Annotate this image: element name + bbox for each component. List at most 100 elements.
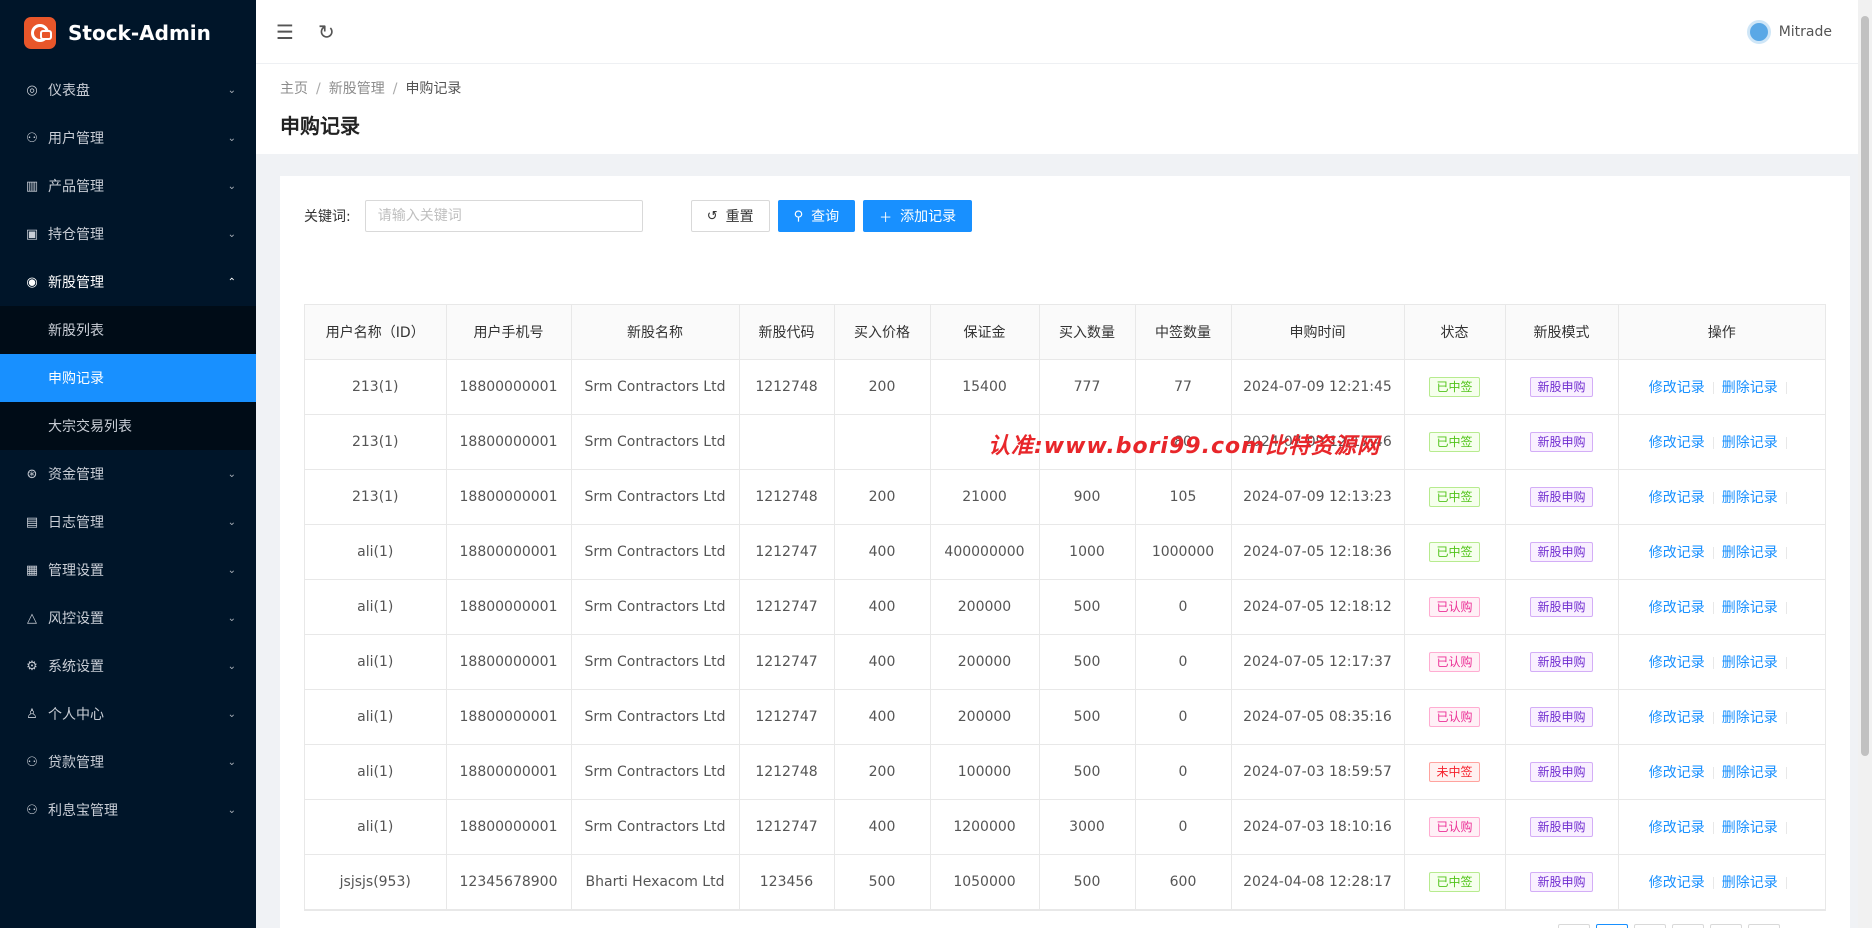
- breadcrumb: 主页 / 新股管理 / 申购记录: [280, 81, 462, 97]
- cell-mode: 新股申购: [1505, 854, 1619, 910]
- page-scrollbar[interactable]: [1858, 0, 1872, 928]
- delete-record-link[interactable]: 删除记录: [1722, 435, 1778, 451]
- reset-icon: ↺: [706, 208, 718, 224]
- cell-user: 213(1): [305, 359, 447, 415]
- keyword-input[interactable]: [364, 200, 643, 232]
- add-record-button[interactable]: ＋ 添加记录: [863, 200, 973, 232]
- sidebar-item[interactable]: ▤ 日志管理 ⌄: [0, 498, 256, 546]
- pagination-page[interactable]: [1710, 924, 1742, 928]
- query-button[interactable]: ⚲ 查询: [777, 200, 856, 232]
- sidebar-item[interactable]: ⚇ 贷款管理 ⌄: [0, 738, 256, 786]
- mode-badge: 新股申购: [1530, 761, 1593, 782]
- edit-record-link[interactable]: 修改记录: [1649, 380, 1705, 396]
- cell-actions: 修改记录 删除记录: [1618, 579, 1825, 635]
- user-menu[interactable]: Mitrade: [1746, 19, 1832, 44]
- cell-phone: 18800000001: [446, 634, 572, 690]
- sidebar-item-label: 贷款管理: [48, 755, 104, 771]
- search-icon: ⚲: [793, 208, 804, 224]
- delete-record-link[interactable]: 删除记录: [1722, 820, 1778, 836]
- pagination-page[interactable]: [1672, 924, 1704, 928]
- search-form: 关键词: ↺ 重置 ⚲ 查询 ＋ 添加记录: [304, 200, 1826, 232]
- edit-record-link[interactable]: 修改记录: [1649, 710, 1705, 726]
- edit-record-link[interactable]: 修改记录: [1649, 765, 1705, 781]
- breadcrumb-section[interactable]: 新股管理: [329, 81, 385, 97]
- reset-button[interactable]: ↺ 重置: [690, 200, 770, 232]
- menu-fold-icon[interactable]: ☰: [276, 20, 294, 44]
- sidebar-item[interactable]: ⚙ 系统设置 ⌄: [0, 642, 256, 690]
- delete-record-link[interactable]: 删除记录: [1722, 380, 1778, 396]
- delete-record-link[interactable]: 删除记录: [1722, 655, 1778, 671]
- brand-title: Stock-Admin: [68, 21, 211, 45]
- avatar: [1746, 19, 1771, 44]
- cell-status: 已认购: [1404, 579, 1506, 635]
- refresh-icon[interactable]: ↻: [318, 20, 335, 44]
- pagination-next[interactable]: [1748, 924, 1780, 928]
- delete-record-link[interactable]: 删除记录: [1722, 710, 1778, 726]
- sidebar-item[interactable]: ⊛ 资金管理 ⌄: [0, 450, 256, 498]
- edit-record-link[interactable]: 修改记录: [1649, 655, 1705, 671]
- cell-mode: 新股申购: [1505, 359, 1619, 415]
- cell-price: 400: [834, 689, 931, 745]
- sidebar-item[interactable]: ⚇ 用户管理 ⌄: [0, 114, 256, 162]
- cell-status: 已中签: [1404, 469, 1506, 525]
- delete-record-link[interactable]: 删除记录: [1722, 490, 1778, 506]
- edit-record-link[interactable]: 修改记录: [1649, 600, 1705, 616]
- chevron-down-icon: ⌄: [227, 660, 236, 672]
- status-badge: 已中签: [1429, 376, 1480, 397]
- delete-record-link[interactable]: 删除记录: [1722, 545, 1778, 561]
- status-badge: 已中签: [1429, 486, 1480, 507]
- chevron-down-icon: ⌄: [227, 564, 236, 576]
- cell-name: Srm Contractors Ltd: [571, 744, 740, 800]
- sidebar-item[interactable]: ▦ 管理设置 ⌄: [0, 546, 256, 594]
- delete-record-link[interactable]: 删除记录: [1722, 875, 1778, 891]
- sidebar-item[interactable]: △ 风控设置 ⌄: [0, 594, 256, 642]
- users-icon: ⚇: [26, 130, 38, 146]
- sidebar-item[interactable]: ▥ 产品管理 ⌄: [0, 162, 256, 210]
- status-badge: 已中签: [1429, 541, 1480, 562]
- divider: [1785, 436, 1787, 449]
- delete-record-link[interactable]: 删除记录: [1722, 600, 1778, 616]
- cell-name: Srm Contractors Ltd: [571, 634, 740, 690]
- table-row: ali(1) 18800000001 Srm Contractors Ltd 1212…: [305, 744, 1825, 800]
- table-row: ali(1) 18800000001 Srm Contractors Ltd 1212…: [305, 634, 1825, 690]
- status-badge: 已认购: [1429, 596, 1480, 617]
- edit-record-link[interactable]: 修改记录: [1649, 820, 1705, 836]
- divider: [1712, 876, 1714, 889]
- divider: [1785, 546, 1787, 559]
- sidebar-item[interactable]: ▣ 持仓管理 ⌄: [0, 210, 256, 258]
- table-row: jsjsjs(953) 12345678900 Bharti Hexacom Ltd…: [305, 854, 1825, 910]
- sidebar-item-label: 产品管理: [48, 179, 104, 195]
- pagination-page[interactable]: [1596, 924, 1628, 928]
- sidebar-item[interactable]: ♙ 个人中心 ⌄: [0, 690, 256, 738]
- submenu-item[interactable]: 新股列表: [0, 306, 256, 354]
- breadcrumb-home[interactable]: 主页: [280, 81, 308, 97]
- cell-code: 123456: [739, 854, 835, 910]
- scrollbar-thumb[interactable]: [1861, 16, 1869, 756]
- sidebar-item-label: 仪表盘: [48, 83, 90, 99]
- cell-mode: 新股申购: [1505, 634, 1619, 690]
- submenu: 新股列表 申购记录 大宗交易列表: [0, 306, 256, 450]
- cell-user: ali(1): [305, 634, 447, 690]
- divider: [1785, 491, 1787, 504]
- divider: [1785, 711, 1787, 724]
- edit-record-link[interactable]: 修改记录: [1649, 490, 1705, 506]
- page-header: 主页 / 新股管理 / 申购记录 申购记录: [256, 64, 1872, 154]
- cell-time: 2024-07-05 08:35:16: [1231, 689, 1405, 745]
- cell-actions: 修改记录 删除记录: [1618, 744, 1825, 800]
- submenu-item[interactable]: 申购记录: [0, 354, 256, 402]
- edit-record-link[interactable]: 修改记录: [1649, 875, 1705, 891]
- chevron-down-icon: ⌄: [227, 756, 236, 768]
- cell-deposit: 1050000: [930, 854, 1040, 910]
- pagination-page[interactable]: [1634, 924, 1666, 928]
- mode-badge: 新股申购: [1530, 596, 1593, 617]
- cell-mode: 新股申购: [1505, 579, 1619, 635]
- sidebar-item[interactable]: ⚇ 利息宝管理 ⌄: [0, 786, 256, 834]
- edit-record-link[interactable]: 修改记录: [1649, 545, 1705, 561]
- pagination-prev[interactable]: [1558, 924, 1590, 928]
- sidebar-item[interactable]: ◎ 仪表盘 ⌄: [0, 66, 256, 114]
- edit-record-link[interactable]: 修改记录: [1649, 435, 1705, 451]
- submenu-item[interactable]: 大宗交易列表: [0, 402, 256, 450]
- divider: [1712, 766, 1714, 779]
- sidebar-item[interactable]: ◉ 新股管理 ⌃: [0, 258, 256, 306]
- delete-record-link[interactable]: 删除记录: [1722, 765, 1778, 781]
